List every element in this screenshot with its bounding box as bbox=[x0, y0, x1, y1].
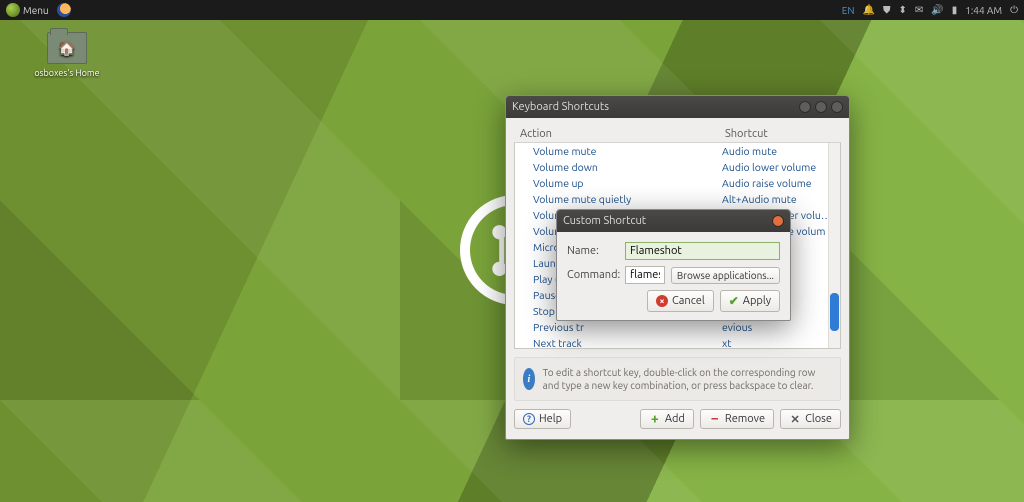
remove-button[interactable]: − Remove bbox=[700, 409, 774, 429]
apply-button[interactable]: ✔ Apply bbox=[720, 290, 780, 312]
help-icon: ? bbox=[523, 413, 535, 425]
check-icon: ✔ bbox=[729, 294, 739, 308]
col-shortcut: Shortcut bbox=[725, 128, 835, 140]
name-label: Name: bbox=[567, 245, 619, 257]
col-action: Action bbox=[520, 128, 725, 140]
scrollbar-thumb[interactable] bbox=[830, 293, 839, 331]
help-button[interactable]: ? Help bbox=[514, 409, 571, 429]
close-window-button[interactable]: ✕ Close bbox=[780, 409, 841, 429]
power-icon[interactable]: ⏻ bbox=[1010, 4, 1018, 16]
desktop-icon-label: osboxes's Home bbox=[32, 68, 102, 78]
notification-icon[interactable]: 🔔 bbox=[863, 4, 875, 16]
clock[interactable]: 1:44 AM bbox=[965, 5, 1002, 16]
maximize-button[interactable] bbox=[815, 101, 827, 113]
battery-icon[interactable]: ▮ bbox=[952, 4, 958, 16]
close-icon: ✕ bbox=[789, 413, 801, 425]
menu-button[interactable]: Menu bbox=[6, 3, 49, 17]
command-label: Command: bbox=[567, 269, 619, 281]
folder-icon bbox=[47, 32, 87, 64]
cancel-button[interactable]: × Cancel bbox=[647, 290, 714, 312]
hint-text: To edit a shortcut key, double-click on … bbox=[543, 366, 832, 392]
firefox-icon bbox=[57, 3, 71, 17]
distro-menu-icon bbox=[6, 3, 20, 17]
top-panel: Menu EN 🔔 ⛊ ⬍ ✉ 🔊 ▮ 1:44 AM ⏻ bbox=[0, 0, 1024, 20]
firefox-launcher[interactable] bbox=[57, 3, 71, 17]
browse-applications-button[interactable]: Browse applications... bbox=[671, 267, 780, 284]
table-header: Action Shortcut bbox=[514, 126, 841, 143]
table-row[interactable]: Previous trevious bbox=[515, 319, 840, 335]
language-indicator[interactable]: EN bbox=[842, 5, 855, 16]
updates-icon[interactable]: ⛊ bbox=[883, 4, 891, 16]
cancel-icon: × bbox=[656, 295, 668, 307]
dialog-title: Custom Shortcut bbox=[563, 215, 646, 227]
table-row[interactable]: Next trackxt bbox=[515, 335, 840, 349]
window-title: Keyboard Shortcuts bbox=[512, 101, 609, 113]
mail-icon[interactable]: ✉ bbox=[915, 4, 923, 16]
window-titlebar[interactable]: Keyboard Shortcuts bbox=[506, 96, 849, 118]
command-input[interactable] bbox=[625, 266, 665, 284]
minus-icon: − bbox=[709, 413, 721, 425]
table-row[interactable]: Volume upAudio raise volume bbox=[515, 175, 840, 191]
hint-box: i To edit a shortcut key, double-click o… bbox=[514, 357, 841, 401]
volume-icon[interactable]: 🔊 bbox=[931, 4, 943, 16]
custom-shortcut-dialog: Custom Shortcut Name: Command: Browse ap… bbox=[556, 209, 791, 321]
close-button[interactable] bbox=[831, 101, 843, 113]
plus-icon: + bbox=[649, 413, 661, 425]
table-row[interactable]: Volume downAudio lower volume bbox=[515, 159, 840, 175]
menu-label: Menu bbox=[23, 5, 49, 16]
info-icon: i bbox=[523, 368, 535, 390]
name-input[interactable] bbox=[625, 242, 780, 260]
dialog-titlebar[interactable]: Custom Shortcut bbox=[557, 210, 790, 232]
network-icon[interactable]: ⬍ bbox=[898, 4, 906, 16]
scrollbar[interactable] bbox=[828, 143, 840, 348]
table-row[interactable]: Volume mute quietlyAlt+Audio mute bbox=[515, 191, 840, 207]
dialog-close-button[interactable] bbox=[772, 215, 784, 227]
table-row[interactable]: Volume muteAudio mute bbox=[515, 143, 840, 159]
desktop-home-folder[interactable]: osboxes's Home bbox=[32, 32, 102, 78]
minimize-button[interactable] bbox=[799, 101, 811, 113]
add-button[interactable]: + Add bbox=[640, 409, 694, 429]
